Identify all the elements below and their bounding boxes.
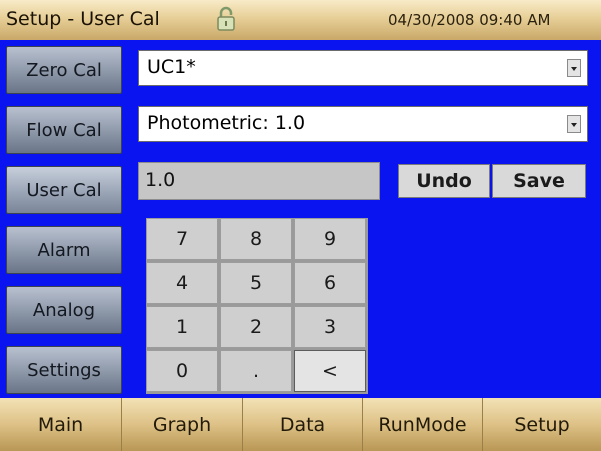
key-label: 5 <box>249 272 263 294</box>
nav-main[interactable]: Main <box>0 398 122 451</box>
page-title: Setup - User Cal <box>6 8 160 30</box>
nav-label: RunMode <box>378 413 467 436</box>
sidebar-item-label: Analog <box>32 299 96 321</box>
key-9[interactable]: 9 <box>294 218 366 260</box>
sidebar-item-alarm[interactable]: Alarm <box>6 226 122 274</box>
cal-factor-value: 1.0 <box>145 169 176 191</box>
key-label: 7 <box>175 228 189 250</box>
chevron-down-icon[interactable] <box>567 59 581 77</box>
title-bar: Setup - User Cal 04/30/2008 09:40 AM <box>0 0 601 40</box>
key-label: < <box>322 360 338 382</box>
save-button[interactable]: Save <box>492 164 586 198</box>
sidebar-item-label: User Cal <box>26 179 102 201</box>
nav-graph[interactable]: Graph <box>122 398 243 451</box>
sidebar-item-user-cal[interactable]: User Cal <box>6 166 122 214</box>
calibration-mode-select-value: Photometric: 1.0 <box>147 112 306 134</box>
key-backspace[interactable]: < <box>294 350 366 392</box>
datetime-display: 04/30/2008 09:40 AM <box>388 11 551 29</box>
sidebar-item-label: Settings <box>27 359 101 381</box>
key-3[interactable]: 3 <box>294 306 366 348</box>
key-decimal[interactable]: . <box>220 350 292 392</box>
bottom-nav: Main Graph Data RunMode Setup <box>0 398 601 451</box>
nav-data[interactable]: Data <box>243 398 363 451</box>
sidebar-item-flow-cal[interactable]: Flow Cal <box>6 106 122 154</box>
save-button-label: Save <box>513 170 565 192</box>
chevron-down-icon[interactable] <box>567 115 581 133</box>
sidebar-item-analog[interactable]: Analog <box>6 286 122 334</box>
key-8[interactable]: 8 <box>220 218 292 260</box>
key-label: 4 <box>175 272 189 294</box>
numeric-keypad: 7 8 9 4 5 6 1 2 3 0 . < <box>146 218 368 394</box>
key-label: . <box>252 360 260 382</box>
lock-icon <box>217 6 235 31</box>
sidebar-item-zero-cal[interactable]: Zero Cal <box>6 46 122 94</box>
key-5[interactable]: 5 <box>220 262 292 304</box>
nav-label: Graph <box>152 413 212 436</box>
key-label: 9 <box>323 228 337 250</box>
nav-label: Main <box>37 413 84 436</box>
sidebar-item-label: Flow Cal <box>26 119 102 141</box>
undo-button-label: Undo <box>416 170 472 192</box>
key-2[interactable]: 2 <box>220 306 292 348</box>
device-screen: Setup - User Cal 04/30/2008 09:40 AM Zer… <box>0 0 601 451</box>
key-7[interactable]: 7 <box>146 218 218 260</box>
cal-factor-field[interactable]: 1.0 <box>138 162 380 200</box>
user-cal-select-value: UC1* <box>147 56 196 78</box>
user-cal-select[interactable]: UC1* <box>138 50 588 86</box>
sidebar-item-label: Alarm <box>37 239 91 261</box>
key-label: 3 <box>323 316 337 338</box>
key-label: 6 <box>323 272 337 294</box>
key-label: 2 <box>249 316 263 338</box>
key-6[interactable]: 6 <box>294 262 366 304</box>
sidebar-item-label: Zero Cal <box>26 59 102 81</box>
key-label: 0 <box>175 360 189 382</box>
key-4[interactable]: 4 <box>146 262 218 304</box>
sidebar-item-settings[interactable]: Settings <box>6 346 122 394</box>
nav-runmode[interactable]: RunMode <box>363 398 483 451</box>
nav-label: Data <box>279 413 326 436</box>
undo-button[interactable]: Undo <box>398 164 490 198</box>
key-1[interactable]: 1 <box>146 306 218 348</box>
nav-setup[interactable]: Setup <box>483 398 601 451</box>
key-label: 8 <box>249 228 263 250</box>
key-0[interactable]: 0 <box>146 350 218 392</box>
calibration-mode-select[interactable]: Photometric: 1.0 <box>138 106 588 142</box>
nav-label: Setup <box>514 413 570 436</box>
key-label: 1 <box>175 316 189 338</box>
